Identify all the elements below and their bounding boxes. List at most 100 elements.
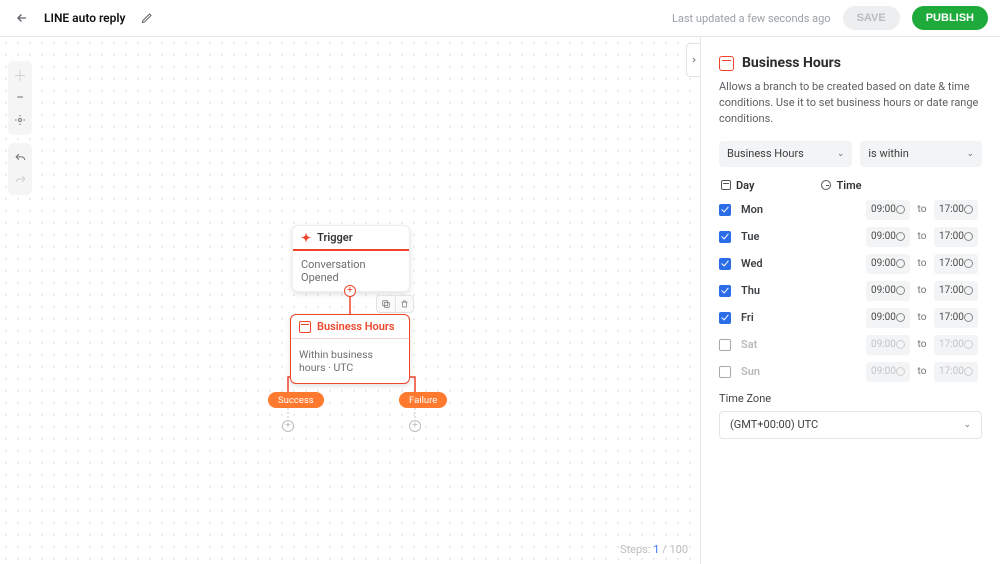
calendar-icon xyxy=(721,180,731,190)
calendar-icon xyxy=(299,321,311,333)
clock-icon xyxy=(896,367,905,376)
day-checkbox[interactable] xyxy=(719,258,731,270)
column-headers: Day Time xyxy=(719,179,982,192)
clock-icon xyxy=(896,205,905,214)
day-row: Wed 09:00 to 17:00 xyxy=(719,254,982,274)
copy-node-button[interactable] xyxy=(377,296,395,312)
calendar-icon xyxy=(719,56,734,71)
bh-body: Within business hours · UTC xyxy=(291,339,409,383)
trigger-icon: ✦ xyxy=(301,232,311,244)
condition-operator-select[interactable]: is within⌄ xyxy=(860,141,982,167)
day-label: Fri xyxy=(741,311,769,324)
to-label: to xyxy=(916,285,928,296)
day-checkbox[interactable] xyxy=(719,204,731,216)
business-hours-node[interactable]: Business Hours Within business hours · U… xyxy=(290,314,410,384)
failure-branch[interactable]: Failure xyxy=(399,392,447,408)
time-to-input: 17:00 xyxy=(934,335,978,355)
to-label: to xyxy=(916,339,928,350)
to-label: to xyxy=(916,312,928,323)
time-from-input[interactable]: 09:00 xyxy=(866,227,910,247)
timezone-label: Time Zone xyxy=(719,392,982,405)
chevron-down-icon: ⌄ xyxy=(966,149,974,159)
add-after-failure-button[interactable]: + xyxy=(409,420,421,432)
publish-button[interactable]: PUBLISH xyxy=(912,6,988,30)
time-to-input[interactable]: 17:00 xyxy=(934,227,978,247)
clock-icon xyxy=(964,313,973,322)
clock-icon xyxy=(896,340,905,349)
day-row: Thu 09:00 to 17:00 xyxy=(719,281,982,301)
day-row: Tue 09:00 to 17:00 xyxy=(719,227,982,247)
fit-button[interactable] xyxy=(8,109,32,131)
panel-description: Allows a branch to be created based on d… xyxy=(719,79,982,127)
day-checkbox[interactable] xyxy=(719,285,731,297)
to-label: to xyxy=(916,258,928,269)
condition-type-select[interactable]: Business Hours⌄ xyxy=(719,141,852,167)
to-label: to xyxy=(916,204,928,215)
time-to-input[interactable]: 17:00 xyxy=(934,281,978,301)
zoom-in-button[interactable]: ＋ xyxy=(8,65,32,87)
bh-label: Business Hours xyxy=(317,320,395,333)
add-after-success-button[interactable]: + xyxy=(282,420,294,432)
last-updated: Last updated a few seconds ago xyxy=(672,12,831,25)
steps-counter: Steps: 1 / 100 xyxy=(620,543,688,556)
trigger-label: Trigger xyxy=(317,231,353,244)
day-checkbox[interactable] xyxy=(719,339,731,351)
clock-icon xyxy=(964,259,973,268)
clock-icon xyxy=(964,340,973,349)
clock-icon xyxy=(821,180,831,190)
success-branch[interactable]: Success xyxy=(268,392,324,408)
to-label: to xyxy=(916,231,928,242)
redo-button[interactable] xyxy=(8,169,32,191)
time-to-input[interactable]: 17:00 xyxy=(934,200,978,220)
timezone-select[interactable]: (GMT+00:00) UTC ⌄ xyxy=(719,411,982,439)
day-checkbox[interactable] xyxy=(719,312,731,324)
edit-icon[interactable] xyxy=(137,8,157,28)
delete-node-button[interactable] xyxy=(395,296,413,312)
clock-icon xyxy=(964,205,973,214)
clock-icon xyxy=(896,313,905,322)
panel-title: Business Hours xyxy=(719,55,982,71)
workspace: ＋ − xyxy=(0,37,1000,564)
time-from-input: 09:00 xyxy=(866,335,910,355)
add-step-button[interactable]: + xyxy=(344,285,356,297)
zoom-out-button[interactable]: − xyxy=(8,87,32,109)
back-button[interactable] xyxy=(12,8,32,28)
clock-icon xyxy=(964,232,973,241)
time-from-input[interactable]: 09:00 xyxy=(866,254,910,274)
time-to-input: 17:00 xyxy=(934,362,978,382)
node-actions xyxy=(376,295,414,313)
day-checkbox[interactable] xyxy=(719,366,731,378)
time-from-input[interactable]: 09:00 xyxy=(866,281,910,301)
toolbox: ＋ − xyxy=(8,61,32,195)
time-to-input[interactable]: 17:00 xyxy=(934,254,978,274)
collapse-panel-button[interactable] xyxy=(686,43,700,77)
to-label: to xyxy=(916,366,928,377)
day-row: Sat 09:00 to 17:00 xyxy=(719,335,982,355)
clock-icon xyxy=(896,259,905,268)
day-checkbox[interactable] xyxy=(719,231,731,243)
day-label: Sat xyxy=(741,338,769,351)
day-row: Fri 09:00 to 17:00 xyxy=(719,308,982,328)
clock-icon xyxy=(964,367,973,376)
day-label: Thu xyxy=(741,284,769,297)
canvas[interactable]: ＋ − xyxy=(0,37,700,564)
day-label: Mon xyxy=(741,203,769,216)
day-label: Wed xyxy=(741,257,769,270)
time-from-input[interactable]: 09:00 xyxy=(866,308,910,328)
trigger-node[interactable]: ✦ Trigger Conversation Opened xyxy=(292,225,410,292)
time-from-input: 09:00 xyxy=(866,362,910,382)
properties-panel: Business Hours Allows a branch to be cre… xyxy=(700,37,1000,564)
day-row: Sun09:00to17:00 xyxy=(719,362,982,382)
time-to-input[interactable]: 17:00 xyxy=(934,308,978,328)
page-title: LINE auto reply xyxy=(44,11,125,25)
day-row: Mon 09:00 to 17:00 xyxy=(719,200,982,220)
day-label: Tue xyxy=(741,230,769,243)
time-from-input[interactable]: 09:00 xyxy=(866,200,910,220)
chevron-down-icon: ⌄ xyxy=(963,420,971,430)
topbar: LINE auto reply Last updated a few secon… xyxy=(0,0,1000,37)
save-button: SAVE xyxy=(843,6,900,30)
clock-icon xyxy=(896,286,905,295)
clock-icon xyxy=(964,286,973,295)
chevron-down-icon: ⌄ xyxy=(837,149,845,159)
undo-button[interactable] xyxy=(8,147,32,169)
